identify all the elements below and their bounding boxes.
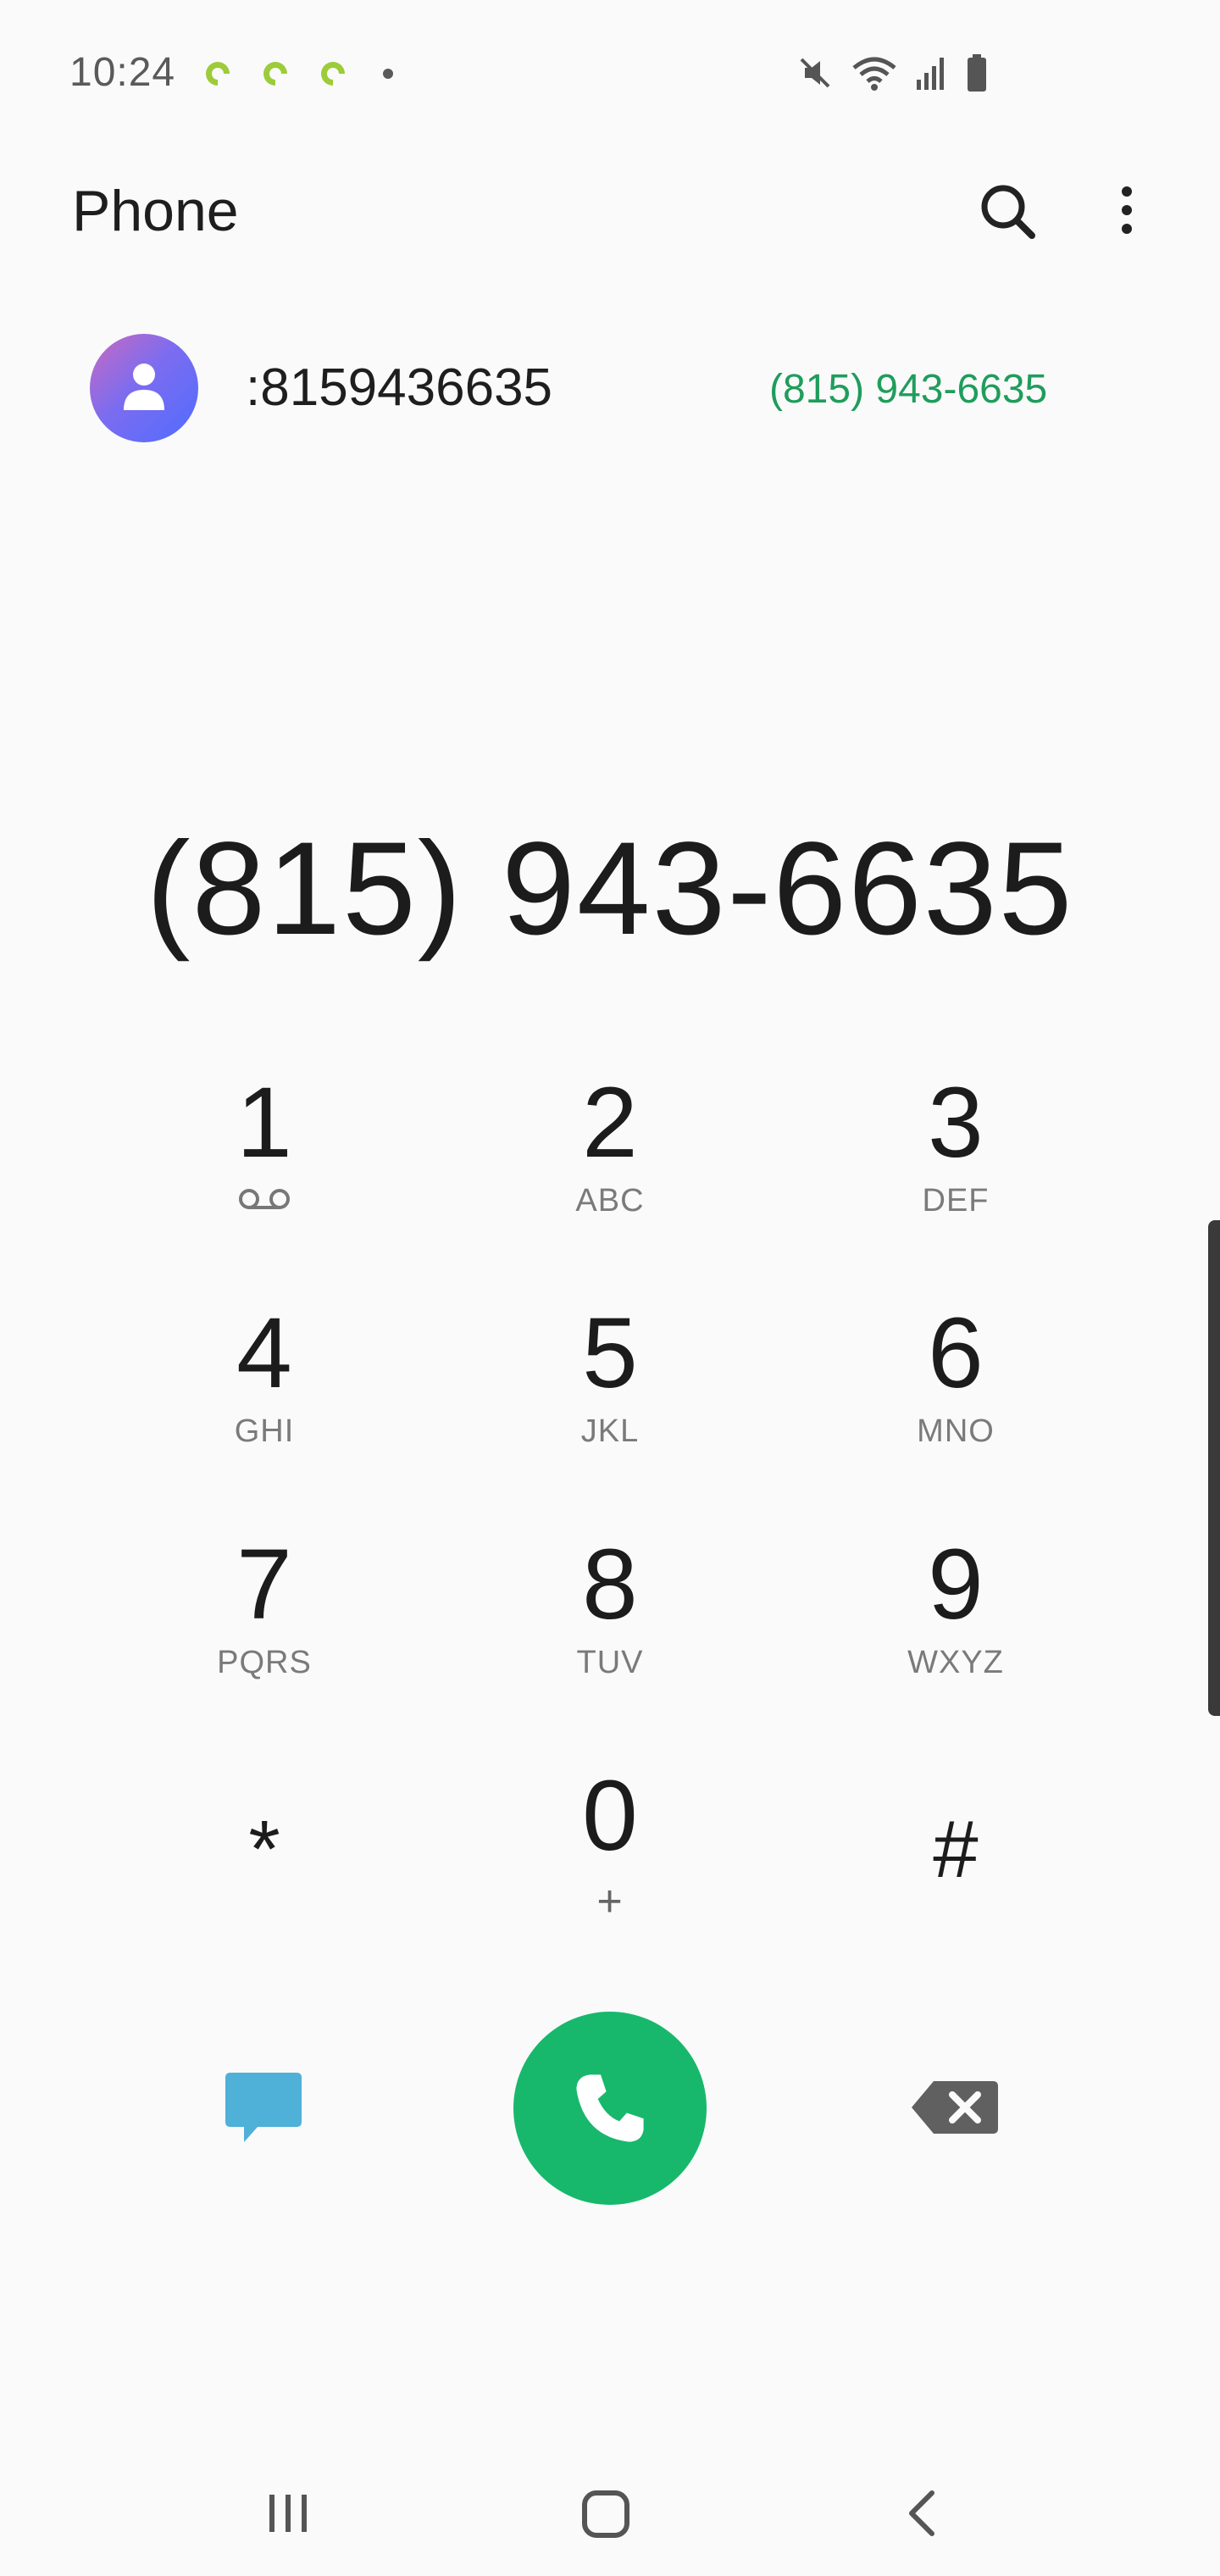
status-time: 10:24 <box>69 50 176 95</box>
key-letters: WXYZ <box>907 1645 1004 1680</box>
call-button[interactable] <box>513 2012 707 2205</box>
more-options-icon[interactable] <box>1093 178 1161 246</box>
key-digit: # <box>933 1804 979 1895</box>
more-notifications-dot <box>383 69 393 79</box>
key-digit: 0 <box>582 1760 638 1872</box>
app-notification-icon <box>263 62 287 86</box>
key-6[interactable]: 6 MNO <box>829 1298 1083 1518</box>
key-digit: 8 <box>582 1529 638 1641</box>
key-digit: 9 <box>928 1529 984 1641</box>
key-letters: MNO <box>917 1413 995 1449</box>
page-title: Phone <box>72 179 239 243</box>
key-letters: PQRS <box>217 1645 312 1680</box>
search-icon[interactable] <box>974 178 1042 246</box>
contact-suggestion[interactable]: :8159436635 (815) 943-6635 <box>51 322 1169 458</box>
home-icon[interactable] <box>580 2488 632 2540</box>
key-letters: + <box>596 1877 624 1926</box>
key-letters: JKL <box>580 1413 640 1449</box>
edge-panel-handle[interactable] <box>1208 1220 1220 1716</box>
phone-dialer-screen: 10:24 Phone:8159436635 (815) 943-6635 (… <box>0 0 1220 2576</box>
dialed-number-display[interactable]: (815) 943-6635 <box>0 813 1220 965</box>
battery-icon <box>968 54 986 92</box>
key-star[interactable]: * <box>137 1761 391 1981</box>
key-1[interactable]: 1 <box>137 1068 391 1288</box>
key-8[interactable]: 8 TUV <box>483 1530 737 1750</box>
key-0[interactable]: 0 + <box>483 1761 737 1981</box>
key-digit: * <box>248 1804 280 1895</box>
key-hash[interactable]: # <box>829 1761 1083 1981</box>
app-notification-icon <box>206 62 230 86</box>
suggestion-number: (815) 943-6635 <box>769 367 1048 412</box>
key-4[interactable]: 4 GHI <box>137 1298 391 1518</box>
key-digit: 2 <box>582 1067 638 1179</box>
key-letters: TUV <box>576 1645 644 1680</box>
key-digit: 1 <box>236 1067 292 1179</box>
message-icon[interactable] <box>222 2069 305 2147</box>
wifi-icon <box>852 57 896 91</box>
backspace-icon[interactable] <box>908 2078 1001 2137</box>
key-digit: 5 <box>582 1297 638 1409</box>
key-7[interactable]: 7 PQRS <box>137 1530 391 1750</box>
app-notification-icon <box>321 62 345 86</box>
key-digit: 4 <box>236 1297 292 1409</box>
key-digit: 6 <box>928 1297 984 1409</box>
key-letters: DEF <box>922 1183 990 1219</box>
key-5[interactable]: 5 JKL <box>483 1298 737 1518</box>
suggestion-name: :8159436635 <box>246 358 553 417</box>
notification-icons <box>203 59 393 88</box>
avatar <box>90 334 198 442</box>
key-3[interactable]: 3 DEF <box>829 1068 1083 1288</box>
navigation-bar <box>0 2440 1220 2576</box>
key-digit: 3 <box>928 1067 984 1179</box>
mute-icon <box>800 58 830 88</box>
recents-icon[interactable] <box>263 2488 313 2539</box>
phone-call-icon <box>576 2074 644 2142</box>
key-letters: ABC <box>575 1183 645 1219</box>
system-icons <box>796 54 988 92</box>
key-9[interactable]: 9 WXYZ <box>829 1530 1083 1750</box>
back-icon[interactable] <box>903 2488 940 2539</box>
key-2[interactable]: 2 ABC <box>483 1068 737 1288</box>
person-icon <box>124 364 164 410</box>
key-letters: GHI <box>234 1413 295 1449</box>
voicemail-icon <box>239 1189 290 1209</box>
status-bar: 10:24 <box>0 0 1220 153</box>
signal-icon <box>917 58 944 90</box>
key-digit: 7 <box>236 1529 292 1641</box>
